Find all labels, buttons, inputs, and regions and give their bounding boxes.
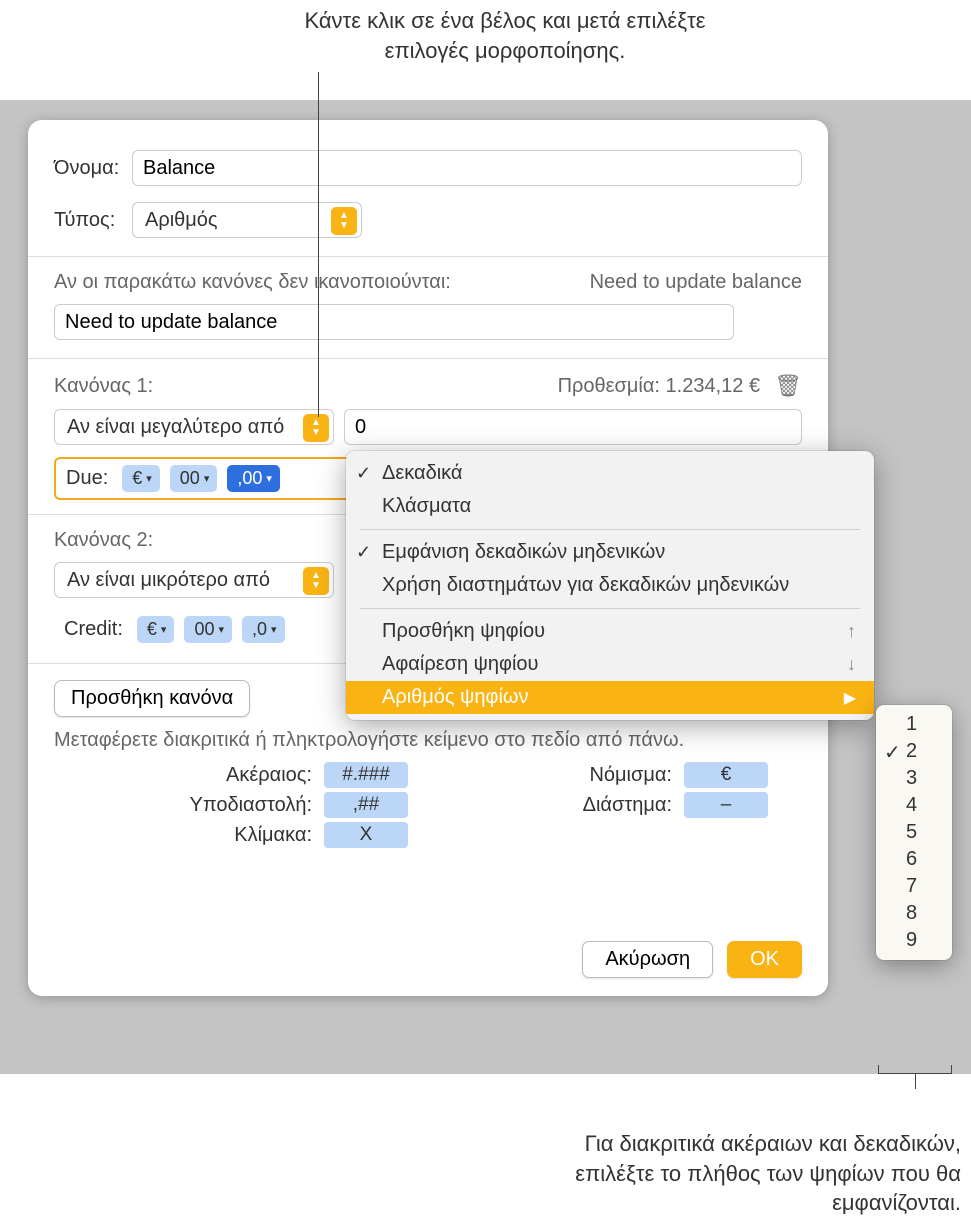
digit-count-submenu: 1✓23456789: [876, 705, 952, 960]
menu-decimals[interactable]: ✓Δεκαδικά: [346, 457, 874, 490]
add-rule-button[interactable]: Προσθήκη κανόνα: [54, 680, 250, 717]
cancel-button[interactable]: Ακύρωση: [582, 941, 713, 978]
stepper-icon: [331, 207, 357, 235]
scale-key: Κλίμακα:: [234, 824, 312, 847]
name-input[interactable]: [132, 150, 802, 186]
menu-show-zeros[interactable]: ✓Εμφάνιση δεκαδικών μηδενικών: [346, 536, 874, 569]
rule1-label: Κανόνας 1:: [54, 375, 153, 398]
no-rules-label: Αν οι παρακάτω κανόνες δεν ικανοποιούντα…: [54, 271, 451, 294]
stepper-icon: [303, 414, 329, 442]
rule2-token-decimal[interactable]: ,0▾: [242, 616, 285, 643]
space-chip[interactable]: –: [684, 792, 768, 818]
no-rules-preview: Need to update balance: [590, 271, 802, 294]
digit-option-7[interactable]: 7: [876, 873, 952, 900]
chevron-right-icon: ▶: [844, 688, 856, 708]
digit-option-3[interactable]: 3: [876, 765, 952, 792]
type-label: Τύπος:: [54, 209, 132, 232]
decimal-chip[interactable]: ,##: [324, 792, 408, 818]
menu-digit-count[interactable]: Αριθμός ψηφίων▶: [346, 681, 874, 714]
rule1-prefix: Due:: [66, 467, 108, 490]
rule2-token-int[interactable]: 00▾: [184, 616, 232, 643]
currency-chip[interactable]: €: [684, 762, 768, 788]
rule2-token-currency[interactable]: €▾: [137, 616, 175, 643]
integer-key: Ακέραιος:: [226, 764, 312, 787]
rule1-token-decimal[interactable]: ,00▾: [227, 465, 280, 492]
callout-top: Κάντε κλικ σε ένα βέλος και μετά επιλέξτ…: [290, 6, 720, 65]
scale-chip[interactable]: X: [324, 822, 408, 848]
digit-option-1[interactable]: 1: [876, 711, 952, 738]
rule2-label: Κανόνας 2:: [54, 529, 153, 552]
callout-bottom: Για διακριτικά ακέραιων και δεκαδικών, ε…: [561, 1129, 961, 1218]
digit-option-4[interactable]: 4: [876, 792, 952, 819]
ok-button[interactable]: OK: [727, 941, 802, 978]
space-key: Διάστημα:: [583, 794, 672, 817]
decimal-options-popup: ✓Δεκαδικά Κλάσματα ✓Εμφάνιση δεκαδικών μ…: [346, 451, 874, 720]
digit-option-8[interactable]: 8: [876, 900, 952, 927]
rule1-condition-value: Αν είναι μεγαλύτερο από: [67, 416, 284, 439]
digit-option-2[interactable]: ✓2: [876, 738, 952, 765]
rule1-token-int[interactable]: 00▾: [170, 465, 218, 492]
menu-fractions[interactable]: Κλάσματα: [346, 490, 874, 523]
drag-hint: Μεταφέρετε διακριτικά ή πληκτρολογήστε κ…: [28, 717, 828, 752]
rule2-prefix: Credit:: [64, 618, 123, 641]
menu-space-zeros[interactable]: Χρήση διαστημάτων για δεκαδικών μηδενικώ…: [346, 569, 874, 602]
rule2-condition-value: Αν είναι μικρότερο από: [67, 569, 270, 592]
currency-key: Νόμισμα:: [589, 764, 672, 787]
callout-bracket: [878, 1073, 952, 1089]
rule1-condition-select[interactable]: Αν είναι μεγαλύτερο από: [54, 409, 334, 445]
digit-option-6[interactable]: 6: [876, 846, 952, 873]
menu-remove-digit[interactable]: Αφαίρεση ψηφίου↓: [346, 648, 874, 681]
type-select-value: Αριθμός: [145, 209, 218, 232]
trash-icon[interactable]: 🗑: [774, 373, 802, 399]
rule1-preview: Προθεσμία: 1.234,12 €: [558, 375, 761, 398]
rule1-token-currency[interactable]: €▾: [122, 465, 160, 492]
name-label: Όνομα:: [54, 157, 132, 180]
stepper-icon: [303, 567, 329, 595]
callout-leader-line: [318, 72, 319, 417]
digit-option-9[interactable]: 9: [876, 927, 952, 954]
digit-option-5[interactable]: 5: [876, 819, 952, 846]
rule2-condition-select[interactable]: Αν είναι μικρότερο από: [54, 562, 334, 598]
no-rules-input[interactable]: [54, 304, 734, 340]
integer-chip[interactable]: #.###: [324, 762, 408, 788]
rule1-value-input[interactable]: [344, 409, 802, 445]
decimal-key: Υποδιαστολή:: [190, 794, 313, 817]
menu-add-digit[interactable]: Προσθήκη ψηφίου↑: [346, 615, 874, 648]
type-select[interactable]: Αριθμός: [132, 202, 362, 238]
